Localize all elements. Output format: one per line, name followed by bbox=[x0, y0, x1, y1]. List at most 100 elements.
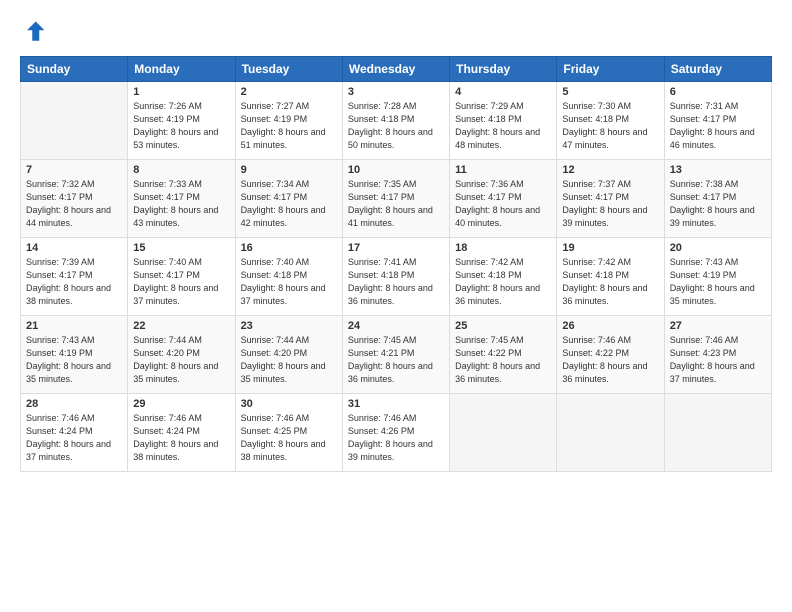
calendar-cell: 11 Sunrise: 7:36 AMSunset: 4:17 PMDaylig… bbox=[450, 160, 557, 238]
day-number: 10 bbox=[348, 164, 444, 176]
day-number: 30 bbox=[241, 398, 337, 410]
day-number: 23 bbox=[241, 320, 337, 332]
calendar-cell: 6 Sunrise: 7:31 AMSunset: 4:17 PMDayligh… bbox=[664, 82, 771, 160]
weekday-header-wednesday: Wednesday bbox=[342, 57, 449, 82]
day-info: Sunrise: 7:46 AMSunset: 4:23 PMDaylight:… bbox=[670, 334, 766, 386]
week-row-3: 14 Sunrise: 7:39 AMSunset: 4:17 PMDaylig… bbox=[21, 238, 772, 316]
day-number: 27 bbox=[670, 320, 766, 332]
calendar-cell: 9 Sunrise: 7:34 AMSunset: 4:17 PMDayligh… bbox=[235, 160, 342, 238]
calendar-cell: 12 Sunrise: 7:37 AMSunset: 4:17 PMDaylig… bbox=[557, 160, 664, 238]
calendar-cell: 3 Sunrise: 7:28 AMSunset: 4:18 PMDayligh… bbox=[342, 82, 449, 160]
day-info: Sunrise: 7:36 AMSunset: 4:17 PMDaylight:… bbox=[455, 178, 551, 230]
day-number: 1 bbox=[133, 86, 229, 98]
day-info: Sunrise: 7:32 AMSunset: 4:17 PMDaylight:… bbox=[26, 178, 122, 230]
day-number: 20 bbox=[670, 242, 766, 254]
day-info: Sunrise: 7:31 AMSunset: 4:17 PMDaylight:… bbox=[670, 100, 766, 152]
calendar-cell: 21 Sunrise: 7:43 AMSunset: 4:19 PMDaylig… bbox=[21, 316, 128, 394]
day-number: 13 bbox=[670, 164, 766, 176]
week-row-4: 21 Sunrise: 7:43 AMSunset: 4:19 PMDaylig… bbox=[21, 316, 772, 394]
calendar-cell bbox=[664, 394, 771, 472]
day-info: Sunrise: 7:46 AMSunset: 4:22 PMDaylight:… bbox=[562, 334, 658, 386]
day-number: 5 bbox=[562, 86, 658, 98]
day-number: 14 bbox=[26, 242, 122, 254]
day-info: Sunrise: 7:28 AMSunset: 4:18 PMDaylight:… bbox=[348, 100, 444, 152]
calendar-cell: 17 Sunrise: 7:41 AMSunset: 4:18 PMDaylig… bbox=[342, 238, 449, 316]
day-number: 29 bbox=[133, 398, 229, 410]
day-number: 6 bbox=[670, 86, 766, 98]
day-number: 3 bbox=[348, 86, 444, 98]
calendar-cell: 27 Sunrise: 7:46 AMSunset: 4:23 PMDaylig… bbox=[664, 316, 771, 394]
day-info: Sunrise: 7:45 AMSunset: 4:22 PMDaylight:… bbox=[455, 334, 551, 386]
weekday-header-thursday: Thursday bbox=[450, 57, 557, 82]
calendar-cell: 31 Sunrise: 7:46 AMSunset: 4:26 PMDaylig… bbox=[342, 394, 449, 472]
day-info: Sunrise: 7:43 AMSunset: 4:19 PMDaylight:… bbox=[26, 334, 122, 386]
day-number: 7 bbox=[26, 164, 122, 176]
day-info: Sunrise: 7:34 AMSunset: 4:17 PMDaylight:… bbox=[241, 178, 337, 230]
header bbox=[20, 18, 772, 46]
day-number: 31 bbox=[348, 398, 444, 410]
day-info: Sunrise: 7:40 AMSunset: 4:18 PMDaylight:… bbox=[241, 256, 337, 308]
calendar-cell: 15 Sunrise: 7:40 AMSunset: 4:17 PMDaylig… bbox=[128, 238, 235, 316]
calendar-cell: 29 Sunrise: 7:46 AMSunset: 4:24 PMDaylig… bbox=[128, 394, 235, 472]
weekday-header-friday: Friday bbox=[557, 57, 664, 82]
logo bbox=[20, 18, 52, 46]
calendar-cell: 1 Sunrise: 7:26 AMSunset: 4:19 PMDayligh… bbox=[128, 82, 235, 160]
calendar-cell: 18 Sunrise: 7:42 AMSunset: 4:18 PMDaylig… bbox=[450, 238, 557, 316]
calendar-cell: 10 Sunrise: 7:35 AMSunset: 4:17 PMDaylig… bbox=[342, 160, 449, 238]
calendar-cell: 8 Sunrise: 7:33 AMSunset: 4:17 PMDayligh… bbox=[128, 160, 235, 238]
weekday-header-saturday: Saturday bbox=[664, 57, 771, 82]
day-number: 28 bbox=[26, 398, 122, 410]
calendar-cell bbox=[21, 82, 128, 160]
calendar-cell: 13 Sunrise: 7:38 AMSunset: 4:17 PMDaylig… bbox=[664, 160, 771, 238]
logo-icon bbox=[20, 18, 48, 46]
day-number: 8 bbox=[133, 164, 229, 176]
day-number: 11 bbox=[455, 164, 551, 176]
calendar-cell: 4 Sunrise: 7:29 AMSunset: 4:18 PMDayligh… bbox=[450, 82, 557, 160]
calendar-cell bbox=[450, 394, 557, 472]
weekday-header-sunday: Sunday bbox=[21, 57, 128, 82]
calendar-cell: 26 Sunrise: 7:46 AMSunset: 4:22 PMDaylig… bbox=[557, 316, 664, 394]
calendar-cell: 5 Sunrise: 7:30 AMSunset: 4:18 PMDayligh… bbox=[557, 82, 664, 160]
calendar-cell: 24 Sunrise: 7:45 AMSunset: 4:21 PMDaylig… bbox=[342, 316, 449, 394]
calendar-cell: 22 Sunrise: 7:44 AMSunset: 4:20 PMDaylig… bbox=[128, 316, 235, 394]
calendar-cell: 2 Sunrise: 7:27 AMSunset: 4:19 PMDayligh… bbox=[235, 82, 342, 160]
day-number: 16 bbox=[241, 242, 337, 254]
day-number: 9 bbox=[241, 164, 337, 176]
day-number: 15 bbox=[133, 242, 229, 254]
day-number: 24 bbox=[348, 320, 444, 332]
day-info: Sunrise: 7:46 AMSunset: 4:24 PMDaylight:… bbox=[133, 412, 229, 464]
day-info: Sunrise: 7:41 AMSunset: 4:18 PMDaylight:… bbox=[348, 256, 444, 308]
day-number: 25 bbox=[455, 320, 551, 332]
weekday-header-monday: Monday bbox=[128, 57, 235, 82]
calendar-cell: 14 Sunrise: 7:39 AMSunset: 4:17 PMDaylig… bbox=[21, 238, 128, 316]
day-info: Sunrise: 7:40 AMSunset: 4:17 PMDaylight:… bbox=[133, 256, 229, 308]
weekday-header-tuesday: Tuesday bbox=[235, 57, 342, 82]
page: SundayMondayTuesdayWednesdayThursdayFrid… bbox=[0, 0, 792, 612]
day-number: 22 bbox=[133, 320, 229, 332]
day-number: 12 bbox=[562, 164, 658, 176]
day-info: Sunrise: 7:46 AMSunset: 4:24 PMDaylight:… bbox=[26, 412, 122, 464]
day-info: Sunrise: 7:38 AMSunset: 4:17 PMDaylight:… bbox=[670, 178, 766, 230]
day-info: Sunrise: 7:46 AMSunset: 4:26 PMDaylight:… bbox=[348, 412, 444, 464]
day-info: Sunrise: 7:29 AMSunset: 4:18 PMDaylight:… bbox=[455, 100, 551, 152]
week-row-2: 7 Sunrise: 7:32 AMSunset: 4:17 PMDayligh… bbox=[21, 160, 772, 238]
day-number: 18 bbox=[455, 242, 551, 254]
day-info: Sunrise: 7:44 AMSunset: 4:20 PMDaylight:… bbox=[241, 334, 337, 386]
day-info: Sunrise: 7:33 AMSunset: 4:17 PMDaylight:… bbox=[133, 178, 229, 230]
day-number: 17 bbox=[348, 242, 444, 254]
weekday-header-row: SundayMondayTuesdayWednesdayThursdayFrid… bbox=[21, 57, 772, 82]
calendar: SundayMondayTuesdayWednesdayThursdayFrid… bbox=[20, 56, 772, 472]
day-info: Sunrise: 7:35 AMSunset: 4:17 PMDaylight:… bbox=[348, 178, 444, 230]
calendar-cell bbox=[557, 394, 664, 472]
day-info: Sunrise: 7:42 AMSunset: 4:18 PMDaylight:… bbox=[455, 256, 551, 308]
day-number: 4 bbox=[455, 86, 551, 98]
day-info: Sunrise: 7:30 AMSunset: 4:18 PMDaylight:… bbox=[562, 100, 658, 152]
calendar-cell: 7 Sunrise: 7:32 AMSunset: 4:17 PMDayligh… bbox=[21, 160, 128, 238]
calendar-cell: 23 Sunrise: 7:44 AMSunset: 4:20 PMDaylig… bbox=[235, 316, 342, 394]
calendar-cell: 19 Sunrise: 7:42 AMSunset: 4:18 PMDaylig… bbox=[557, 238, 664, 316]
day-info: Sunrise: 7:44 AMSunset: 4:20 PMDaylight:… bbox=[133, 334, 229, 386]
calendar-cell: 30 Sunrise: 7:46 AMSunset: 4:25 PMDaylig… bbox=[235, 394, 342, 472]
day-number: 21 bbox=[26, 320, 122, 332]
calendar-cell: 20 Sunrise: 7:43 AMSunset: 4:19 PMDaylig… bbox=[664, 238, 771, 316]
day-number: 19 bbox=[562, 242, 658, 254]
